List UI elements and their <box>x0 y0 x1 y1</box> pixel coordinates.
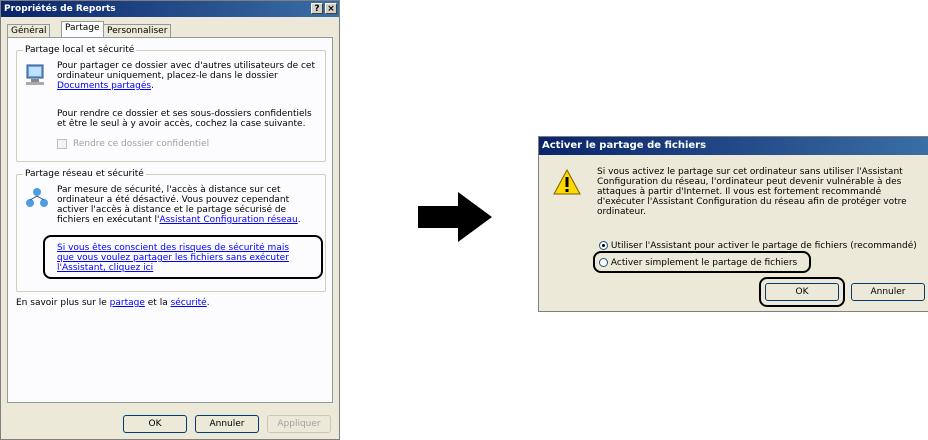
computers-icon <box>26 64 44 85</box>
tab-general[interactable]: Général <box>7 24 51 37</box>
private-checkbox[interactable] <box>57 139 67 149</box>
private-checkbox-label: Rendre ce dossier confidentiel <box>73 139 210 149</box>
properties-dialog: Propriétés de Reports ? × Général Partag… <box>0 0 340 440</box>
close-button[interactable]: × <box>325 3 337 14</box>
learn-more-prefix: En savoir plus sur le <box>16 298 110 308</box>
local-sharing-legend: Partage local et sécurité <box>23 45 137 55</box>
network-wizard-link[interactable]: Assistant Configuration réseau <box>159 215 297 225</box>
enable-sharing-message: Si vous activez le partage sur cet ordin… <box>597 167 907 217</box>
network-sharing-legend: Partage réseau et sécurité <box>23 169 146 179</box>
learn-security-link[interactable]: sécurité <box>171 298 207 308</box>
learn-more-mid: et la <box>144 298 171 308</box>
local-sharing-group: Partage local et sécurité Pour partager … <box>16 45 326 162</box>
highlight-callout-ok <box>759 277 845 307</box>
properties-title: Propriétés de Reports <box>4 4 116 14</box>
ok-button[interactable]: OK <box>123 415 187 433</box>
enable-sharing-titlebar: Activer le partage de fichiers <box>539 137 928 155</box>
shared-documents-link[interactable]: Documents partagés <box>57 81 151 91</box>
highlight-callout-link <box>43 235 323 279</box>
cancel-button[interactable]: Annuler <box>195 415 259 433</box>
network-sharing-group: Partage réseau et sécurité Par mesure de… <box>16 169 326 292</box>
enable-sharing-dialog: Activer le partage de fichiers Si vous a… <box>538 136 928 312</box>
option-use-wizard[interactable]: Utiliser l'Assistant pour activer le par… <box>599 241 917 251</box>
use-wizard-label: Utiliser l'Assistant pour activer le par… <box>610 241 917 251</box>
learn-sharing-link[interactable]: partage <box>110 298 145 308</box>
highlight-callout-option <box>593 251 811 273</box>
private-sharing-text: Pour rendre ce dossier et ses sous-dossi… <box>57 109 312 129</box>
confirm-cancel-button[interactable]: Annuler <box>851 283 925 301</box>
apply-button[interactable]: Appliquer <box>267 415 331 433</box>
learn-more-text: En savoir plus sur le partage et la sécu… <box>16 298 210 308</box>
tab-customize[interactable]: Personnaliser <box>103 24 172 37</box>
use-wizard-radio[interactable] <box>599 241 608 250</box>
warning-icon <box>553 169 581 195</box>
network-sharing-text: Par mesure de sécurité, l'accès à distan… <box>57 185 301 225</box>
tab-page: Partage local et sécurité Pour partager … <box>7 37 333 403</box>
properties-titlebar: Propriétés de Reports ? × <box>1 1 339 17</box>
enable-sharing-title: Activer le partage de fichiers <box>542 140 707 151</box>
help-button[interactable]: ? <box>311 3 323 14</box>
right-arrow-icon <box>418 192 492 242</box>
local-sharing-text: Pour partager ce dossier avec d'autres u… <box>57 61 315 91</box>
local-sharing-desc: Pour partager ce dossier avec d'autres u… <box>57 61 315 81</box>
network-icon <box>26 188 48 207</box>
tab-sharing[interactable]: Partage <box>61 21 104 37</box>
